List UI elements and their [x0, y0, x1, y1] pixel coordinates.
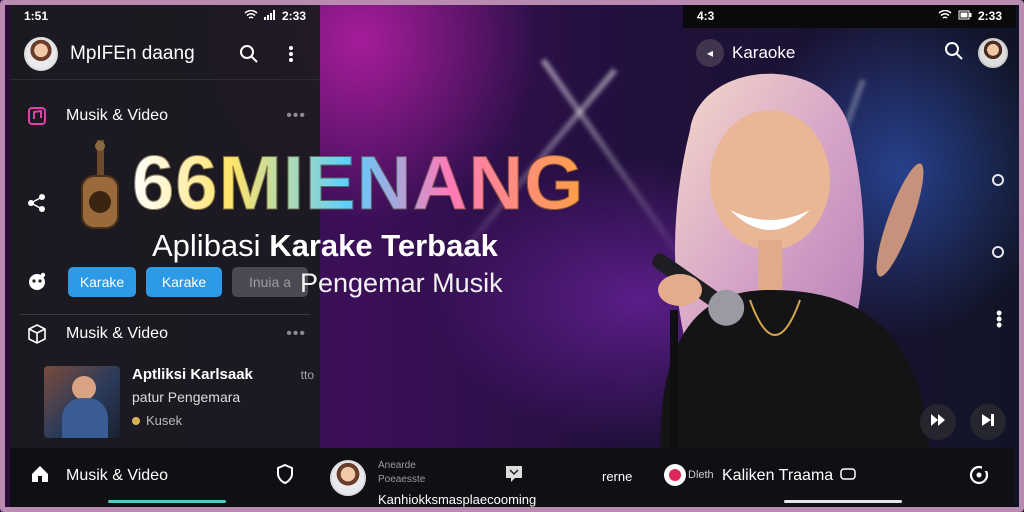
chip-group: Karake Karake Inuia a — [68, 267, 308, 297]
media-subtitle: patur Pengemara — [132, 389, 241, 405]
media-card[interactable]: Aptliksi Karlsaak patur Pengemara Kusek … — [44, 366, 314, 442]
status-time-right: 2:33 — [977, 9, 1002, 23]
nav-caption: Kanhiokksmasplaecooming — [378, 492, 537, 507]
nav-item-text[interactable]: rerne — [602, 469, 632, 484]
wifi-icon — [938, 9, 952, 23]
status-time: 1:51 — [24, 9, 49, 23]
chat-icon[interactable] — [840, 468, 856, 482]
share-icon[interactable] — [24, 190, 50, 216]
right-status-bar: 4:3 2:33 — [683, 4, 1016, 28]
status-icons: 2:33 — [938, 9, 1002, 23]
more-vert-icon[interactable] — [276, 39, 306, 69]
hero-subtitle-pre: Aplibasi — [152, 228, 270, 263]
music-icon — [24, 103, 50, 129]
status-time-right: 2:33 — [281, 9, 306, 23]
cube-icon — [24, 321, 50, 347]
search-icon[interactable] — [234, 39, 264, 69]
singer-image — [652, 73, 930, 450]
avatar[interactable] — [978, 38, 1008, 68]
record-icon — [664, 464, 686, 486]
account-badge[interactable]: Dleth — [664, 464, 714, 486]
avatar[interactable] — [24, 36, 58, 71]
chip-karaoke-1[interactable]: Karake — [68, 267, 136, 297]
gesture-bar — [784, 500, 902, 503]
radio-indicator[interactable] — [992, 246, 1004, 258]
status-icons: 2:33 — [244, 9, 306, 23]
search-icon[interactable] — [944, 41, 964, 66]
status-time: 4:3 — [697, 9, 715, 23]
media-thumbnail — [44, 366, 120, 438]
profile-avatar[interactable] — [330, 460, 366, 496]
skip-next-button[interactable] — [970, 404, 1006, 440]
media-meta: Kusek — [132, 413, 314, 428]
section-music-video-1[interactable]: Musik & Video ••• — [10, 96, 320, 136]
right-header: ◂ Karaoke — [696, 36, 1008, 70]
chip-other[interactable]: Inuia a — [232, 267, 308, 297]
guitar-icon — [81, 140, 119, 229]
media-meta-text: Kusek — [146, 413, 183, 428]
hero-subtitle-bold: Karake Terbaak — [269, 228, 498, 263]
profile-small-text: Anearde — [378, 460, 416, 471]
back-arrow-icon: ◂ — [706, 46, 714, 60]
media-title: Aptliksi Karlsaak — [132, 366, 253, 383]
nav-music-video[interactable]: Musik & Video — [66, 467, 168, 485]
app-header: MpIFEn daang — [10, 28, 320, 80]
profile-small-text-2: Poeaesste — [378, 474, 426, 485]
hero-logo: 66MIENANG — [131, 141, 585, 227]
signal-icon — [263, 9, 276, 23]
hero-tagline: Pengemar Musik — [300, 268, 503, 298]
section-label: Musik & Video — [66, 107, 168, 124]
home-icon[interactable] — [30, 464, 50, 484]
app-title: MpIFEn daang — [70, 42, 195, 64]
bot-icon[interactable] — [24, 268, 50, 294]
status-bar: 1:51 2:33 — [10, 4, 320, 28]
fast-forward-icon — [930, 413, 946, 432]
wifi-icon — [244, 9, 258, 23]
message-icon[interactable] — [504, 464, 524, 484]
more-horiz-icon[interactable]: ••• — [286, 325, 306, 343]
active-tab-indicator — [108, 500, 226, 503]
media-info: Aptliksi Karlsaak patur Pengemara Kusek — [132, 366, 314, 442]
battery-icon — [958, 9, 972, 23]
back-button[interactable]: ◂ — [696, 39, 724, 67]
nav-account[interactable]: Kaliken Traama — [722, 467, 833, 485]
fast-forward-button[interactable] — [920, 404, 956, 440]
bottom-nav: Musik & Video Anearde Poeaesste Kanhiokk… — [10, 448, 1014, 508]
chip-karaoke-2[interactable]: Karake — [146, 267, 222, 297]
media-tag: tto — [300, 368, 314, 382]
radio-indicator[interactable] — [992, 174, 1004, 186]
more-vert-icon[interactable]: • • • — [996, 304, 1002, 334]
badge-text: Dleth — [688, 469, 714, 481]
more-horiz-icon[interactable]: ••• — [286, 107, 306, 125]
skip-next-icon — [981, 413, 995, 432]
section-label: Musik & Video — [66, 325, 168, 342]
refresh-icon[interactable] — [968, 464, 990, 486]
section-music-video-2[interactable]: Musik & Video ••• — [10, 314, 320, 354]
hero-subtitle: Aplibasi Karake Terbaak — [152, 228, 498, 264]
status-dot-icon — [132, 416, 140, 425]
page-title: Karaoke — [732, 43, 796, 62]
shield-icon[interactable] — [276, 464, 294, 484]
